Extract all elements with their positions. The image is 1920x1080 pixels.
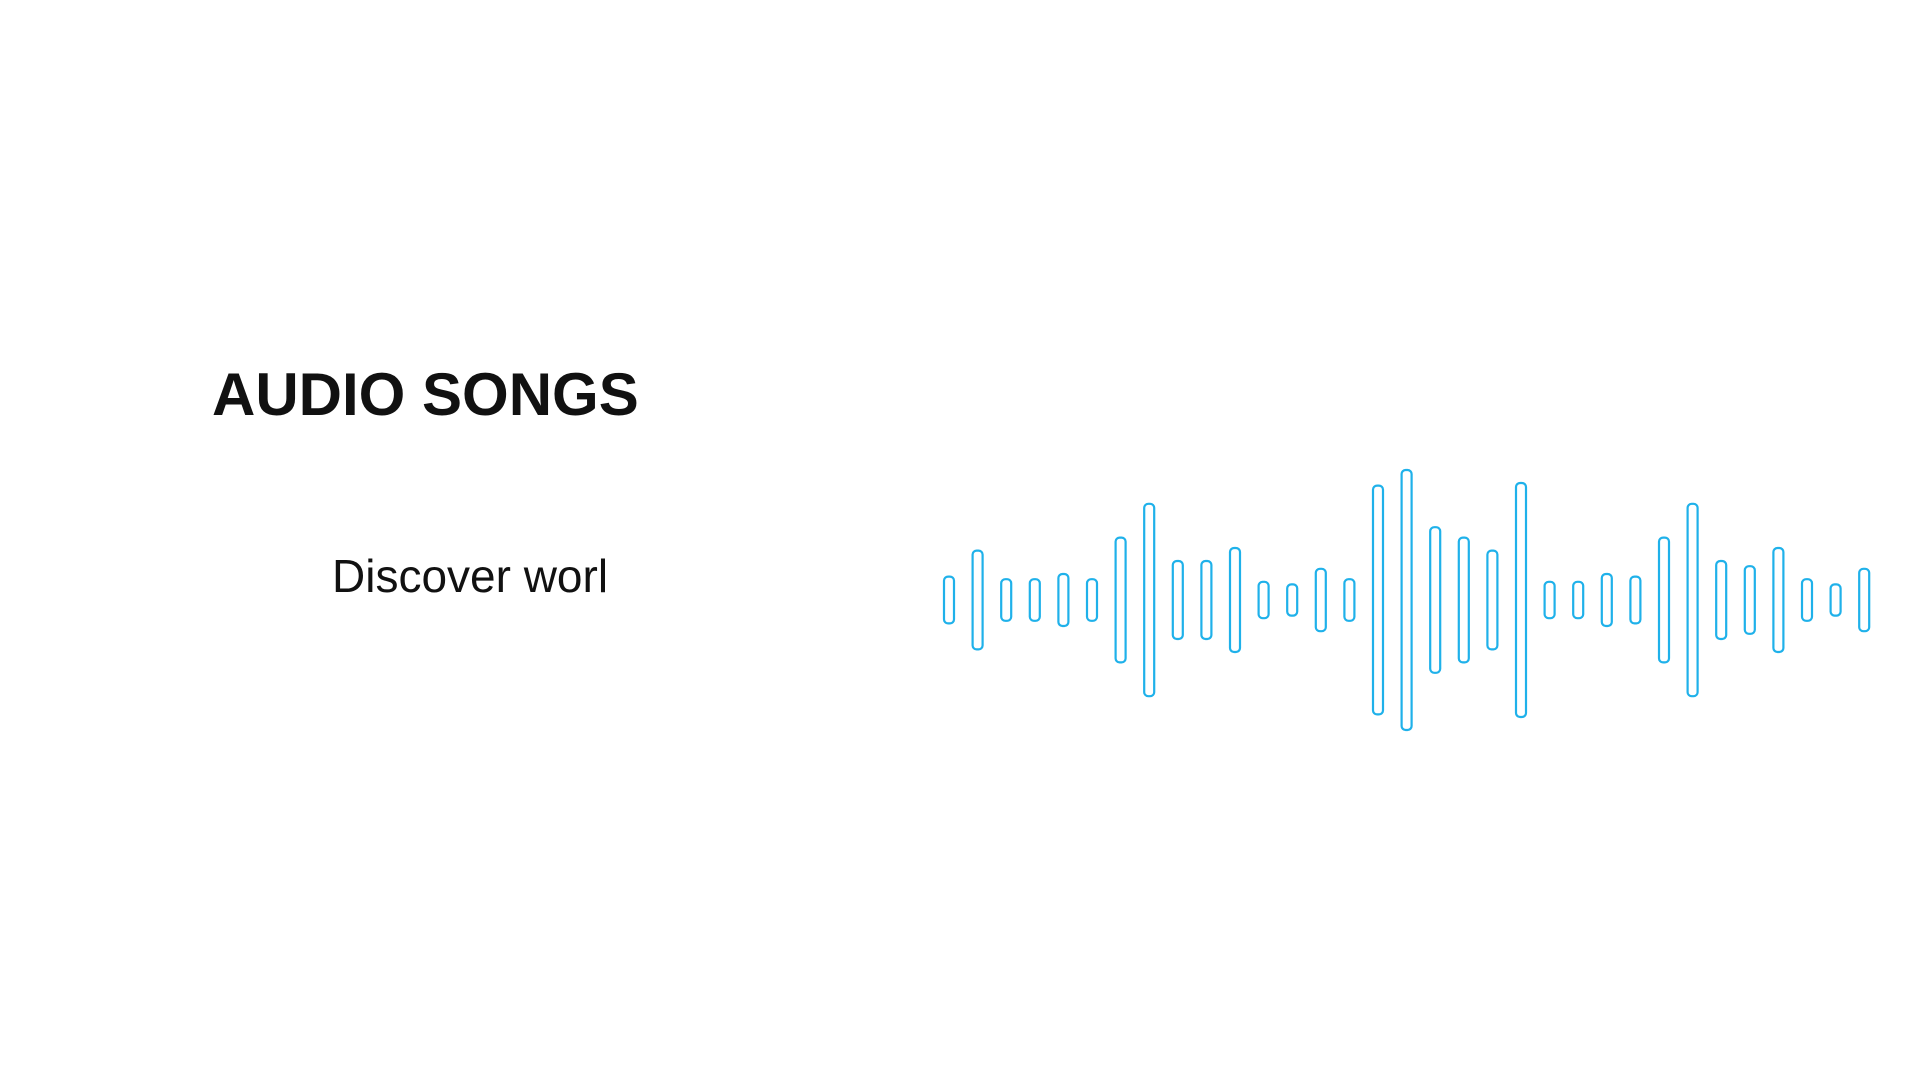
waveform-bar: [1772, 546, 1785, 654]
waveform-bar: [1629, 575, 1642, 625]
slide-canvas: AUDIO SONGS Discover worl: [0, 0, 1920, 1080]
waveform-bar: [1400, 468, 1413, 732]
waveform-bar: [1028, 578, 1041, 622]
waveform-bar: [942, 575, 956, 625]
waveform-bar: [1715, 559, 1728, 641]
waveform-bar: [1429, 526, 1442, 674]
waveform-bar: [1314, 567, 1327, 633]
page-title: AUDIO SONGS: [212, 361, 639, 428]
waveform-bar: [1000, 578, 1013, 622]
waveform-bar: [1114, 536, 1127, 664]
waveform-bar: [1657, 536, 1671, 664]
waveform-bar: [1057, 572, 1070, 628]
waveform-bar: [1514, 481, 1528, 719]
waveform-bar: [1286, 583, 1299, 617]
waveform-bar: [1228, 546, 1242, 654]
waveform-bar: [971, 549, 984, 651]
waveform-bar: [1829, 583, 1842, 617]
waveform-bar: [1343, 578, 1356, 622]
waveform-bar: [1543, 580, 1556, 620]
waveform-bar: [1686, 502, 1699, 698]
waveform-bar: [1858, 567, 1871, 633]
waveform-bar: [1143, 502, 1156, 698]
waveform-bar: [1371, 484, 1385, 716]
waveform-bar: [1457, 536, 1470, 664]
waveform-bar: [1743, 565, 1756, 635]
waveform-bar: [1800, 578, 1814, 622]
waveform-bar: [1200, 559, 1213, 641]
waveform-bar: [1171, 559, 1184, 641]
waveform-bar: [1085, 578, 1099, 622]
waveform-bar: [1257, 580, 1270, 620]
waveform-bar: [1572, 580, 1585, 620]
waveform-bar: [1486, 549, 1499, 651]
page-subtitle: Discover worl: [332, 550, 609, 602]
soundwave-icon: [942, 468, 1871, 732]
waveform-bar: [1600, 572, 1613, 628]
